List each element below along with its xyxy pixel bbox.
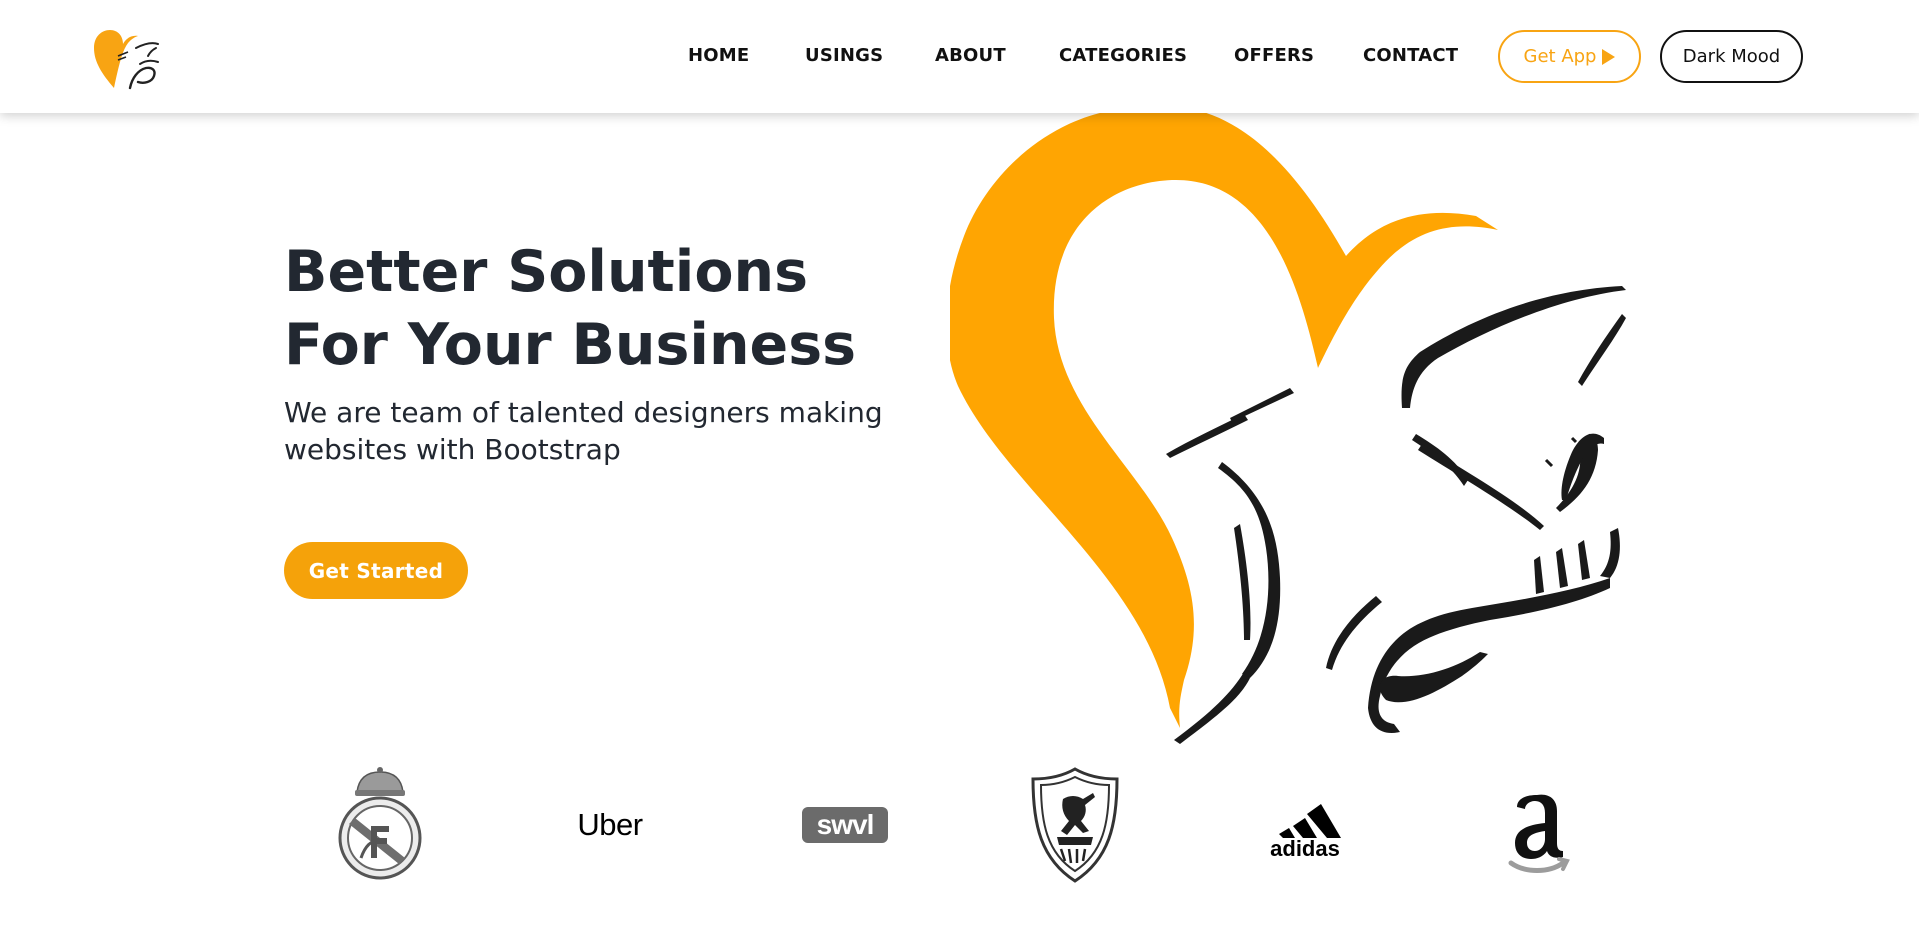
amazon-logo: [1488, 760, 1588, 890]
nav-about[interactable]: ABOUT: [935, 45, 1006, 66]
adidas-logo: adidas: [1255, 760, 1355, 890]
real-madrid-logo: [330, 760, 430, 890]
get-started-button[interactable]: Get Started: [284, 542, 468, 599]
nav-offers[interactable]: OFFERS: [1234, 45, 1314, 66]
heart-logo-icon: [94, 30, 159, 90]
get-app-label: Get App: [1523, 46, 1597, 67]
nav-home[interactable]: HOME: [688, 45, 749, 66]
real-madrid-crest-icon: [338, 767, 422, 880]
zamalek-logo: [1025, 760, 1125, 890]
swvl-logo: swvl: [795, 760, 895, 890]
uber-logo-text: Uber: [577, 807, 643, 842]
amazon-a-icon: [1508, 794, 1570, 873]
site-logo[interactable]: [92, 26, 162, 92]
play-icon: [1602, 48, 1616, 65]
hero-subtitle: We are team of talented designers making…: [284, 396, 883, 466]
swvl-logo-box: swvl: [802, 807, 888, 843]
nav-contact[interactable]: CONTACT: [1363, 45, 1458, 66]
heart-calligraphy-icon: [946, 108, 1626, 744]
zamalek-shield-icon: [1031, 767, 1119, 883]
dark-mode-button[interactable]: Dark Mood: [1660, 30, 1803, 83]
clients-logos: Uber swvl adidas: [0, 760, 1919, 900]
get-app-button[interactable]: Get App: [1498, 30, 1641, 83]
site-header: HOME USINGS ABOUT CATEGORIES OFFERS CONT…: [0, 0, 1919, 113]
adidas-logo-text: adidas: [1270, 836, 1340, 860]
hero-title: Better Solutions For Your Business: [284, 239, 857, 378]
adidas-stripes-icon: adidas: [1270, 804, 1341, 860]
nav-categories[interactable]: CATEGORIES: [1059, 45, 1187, 66]
hero-illustration: [946, 108, 1650, 758]
dark-mode-label: Dark Mood: [1682, 46, 1781, 67]
nav-usings[interactable]: USINGS: [805, 45, 883, 66]
uber-logo: Uber: [560, 760, 660, 890]
